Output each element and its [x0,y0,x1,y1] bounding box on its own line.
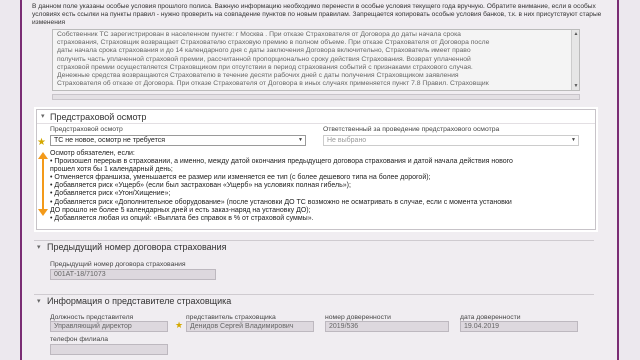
power-label: номер доверенности [325,314,391,321]
responsible-label: Ответственный за проведение предстрахово… [323,126,500,133]
collapse-chevron-icon[interactable]: ▾ [37,297,41,305]
responsible-select-value: Не выбрано [327,137,367,144]
required-star-icon: ★ [37,137,46,148]
app-frame: В данном поле указаны особые условия про… [0,0,640,360]
responsible-select[interactable]: Не выбрано ▼ [323,135,579,146]
date-field[interactable]: 19.04.2019 [460,321,578,332]
collapse-chevron-icon[interactable]: ▾ [41,113,48,120]
prev-contract-header[interactable]: ▾ Предыдущий номер договора страхования [34,240,594,253]
section-title: Информация о представителе страховщика [47,296,232,306]
text-line: получить часть уплаченной страховой прем… [57,55,471,63]
position-value: Управляющий директор [54,323,132,330]
scroll-down-icon[interactable]: ▼ [573,82,579,90]
section-title: Предыдущий номер договора страхования [47,242,227,252]
rep-name-value: Денидов Сергей Владимирович [190,323,294,330]
rep-header[interactable]: ▾ Информация о представителе страховщика [34,294,594,307]
date-value: 19.04.2019 [464,323,500,330]
rep-name-label: представитель страховщика [186,314,276,321]
text-line: ДО прошло не более 5 календарных дней и … [50,206,311,214]
inspection-conditions-text: Осмотр обязателен, если: • Произошел пере… [50,150,585,223]
textarea-scrollbar[interactable]: ▲ ▼ [571,30,579,90]
scroll-up-icon[interactable]: ▲ [573,30,579,38]
text-line: • Добавляется риск «Угон/Хищение»; [50,190,171,198]
position-label: Должность представителя [50,314,134,321]
text-line: Страхователя об отказе от Договора. При … [57,80,489,88]
double-arrow-icon [38,152,48,216]
text-line: страхования, Страховщик возвращает Страх… [57,39,490,47]
inspection-header[interactable]: ▾ Предстраховой осмотр [37,110,595,124]
required-star-icon: ★ [175,320,184,330]
power-value: 2019/536 [329,323,359,330]
phone-label: телефон филиала [50,336,109,343]
chevron-down-icon[interactable]: ▼ [571,136,576,145]
prev-contract-label: Предыдущий номер договора страхования [50,261,186,268]
date-label: дата доверенности [460,314,521,321]
text-line: Осмотр обязателен, если: [50,150,135,157]
right-border [617,0,619,360]
chevron-down-icon[interactable]: ▼ [298,136,303,145]
resize-bar[interactable] [52,94,580,100]
inspection-select-value: ТС не новое, осмотр не требуется [54,137,166,144]
text-line: даты начала срока страхования и до 14 ка… [57,47,471,55]
text-line: • Добавляется риск «Дополнительное обору… [50,198,512,206]
phone-field[interactable] [50,344,168,355]
collapse-chevron-icon[interactable]: ▾ [37,243,41,251]
rep-name-field[interactable]: Денидов Сергей Владимирович [186,321,314,332]
text-line: • Произошел перерыв в страховании, а име… [50,158,513,166]
text-line: Денежные средства возвращаются Страховат… [57,72,459,80]
section-title: Предстраховой осмотр [50,112,147,122]
inspection-select[interactable]: ТС не новое, осмотр не требуется ▼ [50,135,306,146]
info-text: В данном поле указаны особые условия про… [32,3,602,26]
prev-contract-value: 001АТ-18/71073 [54,271,106,278]
prev-contract-field: 001АТ-18/71073 [50,269,216,280]
power-field[interactable]: 2019/536 [325,321,449,332]
special-conditions-textarea[interactable]: Собственник ТС зарегистрирован в населен… [52,29,580,91]
text-line: страховой премии осуществляется Страховщ… [57,63,473,71]
text-line: • Добавляется любая из опций: «Выплата б… [50,214,314,222]
text-line: Собственник ТС зарегистрирован в населен… [57,31,461,38]
position-field: Управляющий директор [50,321,168,332]
inspection-field-label: Предстраховой осмотр [50,126,123,133]
special-conditions-text: Собственник ТС зарегистрирован в населен… [57,31,575,88]
